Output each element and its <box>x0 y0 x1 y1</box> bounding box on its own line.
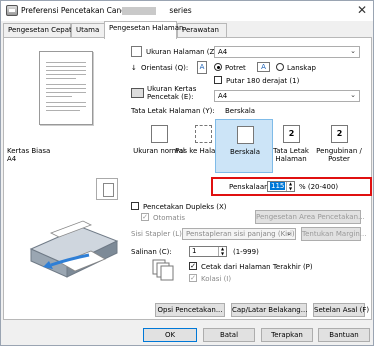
fit-to-page-icon <box>195 125 212 143</box>
specify-margin-button[interactable]: Tentukan Margin... <box>301 227 366 241</box>
portrait-radio[interactable] <box>214 63 222 71</box>
close-icon[interactable]: ✕ <box>357 3 367 17</box>
chevron-down-icon: ⌄ <box>350 47 356 55</box>
rotate-180-checkbox[interactable] <box>214 76 222 84</box>
page-size-value: A4 <box>218 48 228 56</box>
duplex-label: Pencetakan Dupleks (X) <box>143 203 227 211</box>
landscape-radio[interactable] <box>276 63 284 71</box>
tiling-poster-icon: 2 <box>331 125 348 143</box>
spin-arrows-icon[interactable]: ▲ ▼ <box>218 246 226 256</box>
collate-label: Kolasi (I) <box>201 275 232 283</box>
print-options-button[interactable]: Opsi Pencetakan... <box>155 303 225 317</box>
chevron-down-icon: ⌄ <box>286 229 292 237</box>
layout-label: Tata Letak Halaman (Y): <box>131 107 215 115</box>
scaling-value: 115 <box>270 182 286 190</box>
paper-size-text: A4 <box>7 155 17 163</box>
copies-range: (1-999) <box>233 248 259 256</box>
cancel-button[interactable]: Batal <box>203 328 255 342</box>
tab-main[interactable]: Utama <box>71 23 105 38</box>
scaling-input[interactable]: 115 ▲ ▼ <box>267 181 295 192</box>
layout-current: Berskala <box>225 107 256 115</box>
copies-input[interactable]: 1 ▲ ▼ <box>189 246 227 257</box>
tab-page-setup[interactable]: Pengesetan Halaman <box>104 21 183 39</box>
printer-illustration <box>29 220 119 278</box>
window-title-suffix: series <box>169 6 192 15</box>
rotate-180-label: Putar 180 derajat (1) <box>226 77 300 85</box>
auto-duplex-checkbox[interactable]: ✓ <box>141 213 149 221</box>
orientation-label: Orientasi (Q): <box>141 64 189 72</box>
printer-paper-select[interactable]: A4 ⌄ <box>214 90 360 102</box>
page-preview <box>39 51 93 125</box>
tab-quick-setup[interactable]: Pengesetan Cepat <box>3 23 72 38</box>
scaled-icon <box>237 126 254 144</box>
stapling-side-label: Sisi Stapler (L): <box>131 230 185 238</box>
collate-checkbox[interactable]: ✓ <box>189 274 197 282</box>
printer-app-icon <box>6 5 18 16</box>
layout-tiling-poster[interactable]: 2 Pengubinan / Poster <box>310 119 368 173</box>
printer-paper-icon <box>131 88 144 98</box>
portrait-label: Potret <box>225 64 246 72</box>
chevron-down-icon: ⌄ <box>350 91 356 99</box>
copies-stack-icon <box>152 259 174 281</box>
help-button[interactable]: Bantuan <box>318 328 370 342</box>
layout-tiling-poster-label: Pengubinan / Poster <box>316 147 362 163</box>
normal-size-icon <box>151 125 168 143</box>
window-title-prefix: Preferensi Pencetakan Canon <box>21 6 131 15</box>
page-layout-icon: 2 <box>283 125 300 143</box>
landscape-label: Lanskap <box>287 64 316 72</box>
apply-button[interactable]: Terapkan <box>261 328 313 342</box>
copies-value: 1 <box>192 247 197 255</box>
print-area-setup-button[interactable]: Pengesetan Area Pencetakan... <box>255 210 365 224</box>
print-preferences-dialog: Preferensi Pencetakan Canon series ✕ Pen… <box>0 0 374 346</box>
stamp-background-button[interactable]: Cap/Latar Belakang... <box>231 303 307 317</box>
paper-orientation-icon <box>96 178 118 200</box>
duplex-checkbox[interactable] <box>131 202 139 210</box>
stapling-side-value: Penstapleran sisi panjang (Kiri) <box>186 230 295 238</box>
stapling-side-select[interactable]: Penstapleran sisi panjang (Kiri) ⌄ <box>182 228 296 240</box>
printer-paper-value: A4 <box>218 92 228 100</box>
title-bar: Preferensi Pencetakan Canon series ✕ <box>1 1 373 21</box>
printer-paper-label-2: Pencetak (E): <box>147 93 194 101</box>
copies-label: Salinan (C): <box>131 248 172 256</box>
page-size-icon <box>131 46 142 57</box>
print-from-last-page-label: Cetak dari Halaman Terakhir (P) <box>201 263 313 271</box>
printer-paper-label-1: Ukuran Kertas <box>147 85 197 93</box>
ok-button[interactable]: OK <box>143 328 197 342</box>
landscape-icon: A <box>257 62 270 72</box>
orientation-arrow-icon: ↓ <box>131 64 137 72</box>
redacted-model-name <box>122 7 156 15</box>
auto-duplex-label: Otomatis <box>153 214 185 222</box>
spin-arrows-icon[interactable]: ▲ ▼ <box>286 181 294 191</box>
scaling-range: % (20-400) <box>299 183 339 191</box>
defaults-button[interactable]: Setelan Asal (F) <box>313 303 369 317</box>
scaling-label: Penskalaan: <box>229 183 271 191</box>
window-title: Preferensi Pencetakan Canon series <box>21 6 192 15</box>
portrait-icon: A <box>197 61 207 74</box>
media-type-text: Kertas Biasa <box>7 147 51 155</box>
page-size-select[interactable]: A4 ⌄ <box>214 46 360 58</box>
tab-maintenance[interactable]: Perawatan <box>177 23 227 38</box>
print-from-last-page-checkbox[interactable]: ✓ <box>189 262 197 270</box>
page-size-label: Ukuran Halaman (Z): <box>146 48 220 56</box>
